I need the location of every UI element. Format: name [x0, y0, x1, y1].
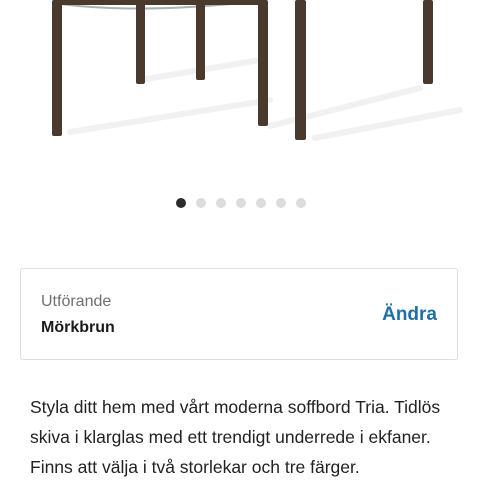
table-leg — [258, 0, 268, 126]
table-leg — [196, 0, 205, 80]
change-variant-button[interactable]: Ändra — [382, 304, 437, 326]
table-leg — [52, 0, 62, 136]
carousel-dot[interactable] — [216, 198, 226, 208]
carousel-dot[interactable] — [256, 198, 266, 208]
carousel-dot[interactable] — [176, 198, 186, 208]
variant-label: Utförande — [41, 293, 112, 310]
variant-value: Mörkbrun — [41, 319, 115, 336]
carousel-dot[interactable] — [276, 198, 286, 208]
variant-selector[interactable]: Utförande Mörkbrun Ändra — [20, 268, 458, 360]
table-leg — [423, 0, 433, 84]
carousel-dots — [0, 198, 480, 208]
coffee-table-illustration — [52, 0, 463, 141]
carousel-dot[interactable] — [236, 198, 246, 208]
product-image[interactable] — [0, 0, 480, 170]
table-leg — [295, 0, 306, 140]
carousel-dot[interactable] — [296, 198, 306, 208]
carousel-dot[interactable] — [196, 198, 206, 208]
table-leg — [136, 0, 145, 84]
product-description: Styla ditt hem med vårt moderna soffbord… — [30, 397, 441, 477]
table-rail — [60, 0, 265, 5]
